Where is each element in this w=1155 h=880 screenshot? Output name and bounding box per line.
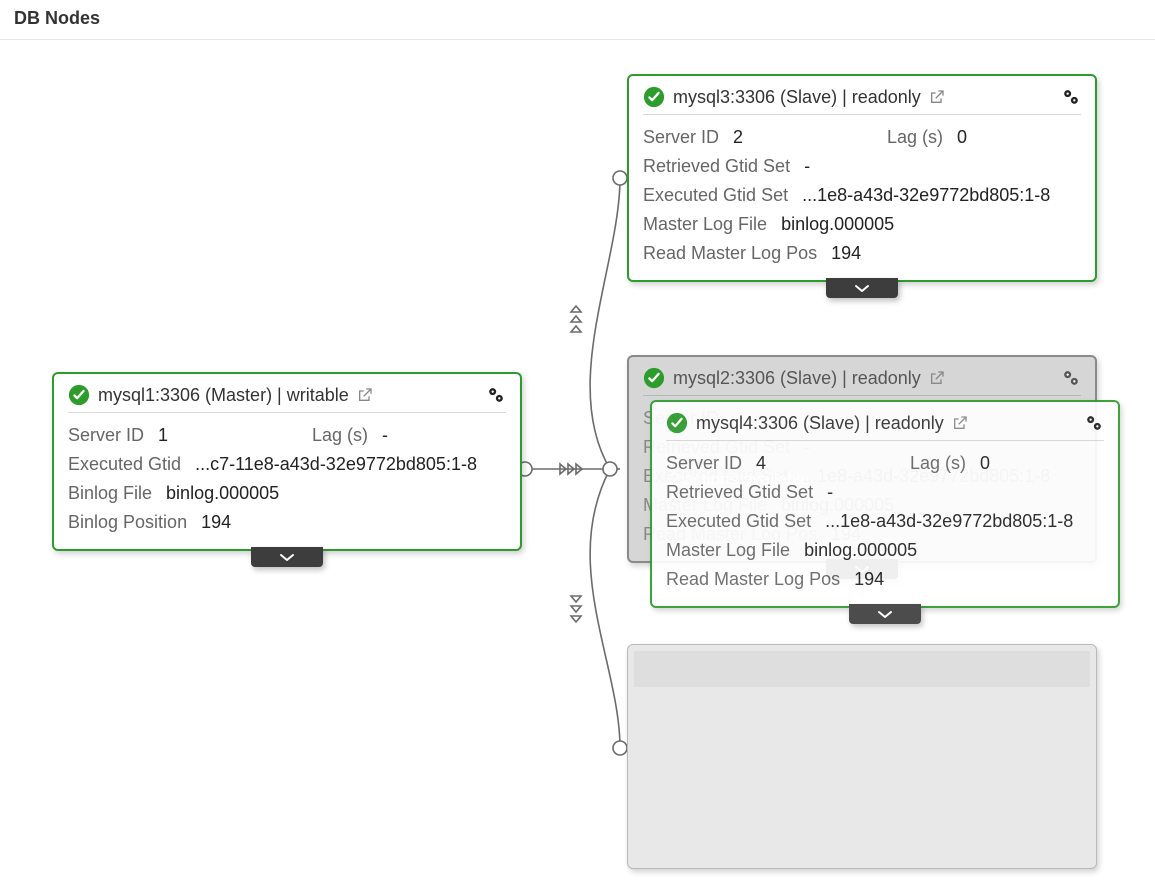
- external-link-icon[interactable]: [929, 370, 945, 386]
- field-value: 0: [957, 127, 977, 148]
- field-label: Master Log File: [666, 540, 790, 561]
- gear-icon[interactable]: [1084, 413, 1104, 433]
- status-ok-icon: [643, 367, 665, 389]
- field-value: 194: [854, 569, 884, 590]
- field-value: -: [827, 482, 833, 503]
- field-value: -: [382, 425, 402, 446]
- field-label: Server ID: [68, 425, 144, 446]
- field-label: Binlog File: [68, 483, 152, 504]
- field-value: binlog.000005: [804, 540, 917, 561]
- field-label: Server ID: [666, 453, 742, 474]
- topology-canvas: mysql1:3306 (Master) | writable Server I…: [0, 44, 1155, 880]
- field-value: binlog.000005: [166, 483, 279, 504]
- field-label: Lag (s): [887, 127, 943, 148]
- panel-title: DB Nodes: [0, 0, 1155, 40]
- field-value: ...1e8-a43d-32e9772bd805:1-8: [802, 185, 1050, 206]
- gear-icon[interactable]: [486, 385, 506, 405]
- node-title: mysql4:3306 (Slave) | readonly: [696, 413, 944, 434]
- field-value: -: [804, 156, 810, 177]
- field-label: Read Master Log Pos: [643, 243, 817, 264]
- field-label: Executed Gtid Set: [643, 185, 788, 206]
- field-value: 194: [831, 243, 861, 264]
- expand-button[interactable]: [849, 604, 921, 624]
- field-label: Binlog Position: [68, 512, 187, 533]
- status-ok-icon: [643, 86, 665, 108]
- node-slave-mysql4[interactable]: mysql4:3306 (Slave) | readonly Server ID…: [650, 400, 1120, 608]
- field-label: Executed Gtid: [68, 454, 181, 475]
- field-value: 2: [733, 127, 743, 148]
- external-link-icon[interactable]: [929, 89, 945, 105]
- field-value: 194: [201, 512, 231, 533]
- field-value: 1: [158, 425, 168, 446]
- field-value: ...1e8-a43d-32e9772bd805:1-8: [825, 511, 1073, 532]
- node-title: mysql3:3306 (Slave) | readonly: [673, 87, 921, 108]
- status-ok-icon: [666, 412, 688, 434]
- gear-icon[interactable]: [1061, 87, 1081, 107]
- field-value: 0: [980, 453, 1000, 474]
- status-ok-icon: [68, 384, 90, 406]
- field-label: Server ID: [643, 127, 719, 148]
- field-label: Retrieved Gtid Set: [666, 482, 813, 503]
- field-label: Retrieved Gtid Set: [643, 156, 790, 177]
- field-label: Executed Gtid Set: [666, 511, 811, 532]
- field-value: 4: [756, 453, 766, 474]
- expand-button[interactable]: [826, 278, 898, 298]
- field-label: Lag (s): [910, 453, 966, 474]
- node-title: mysql2:3306 (Slave) | readonly: [673, 368, 921, 389]
- node-master[interactable]: mysql1:3306 (Master) | writable Server I…: [52, 372, 522, 551]
- field-label: Lag (s): [312, 425, 368, 446]
- field-value: ...c7-11e8-a43d-32e9772bd805:1-8: [195, 454, 477, 475]
- expand-button[interactable]: [251, 547, 323, 567]
- node-slave-mysql3[interactable]: mysql3:3306 (Slave) | readonly Server ID…: [627, 74, 1097, 282]
- field-label: Master Log File: [643, 214, 767, 235]
- node-title: mysql1:3306 (Master) | writable: [98, 385, 349, 406]
- external-link-icon[interactable]: [952, 415, 968, 431]
- field-label: Read Master Log Pos: [666, 569, 840, 590]
- drop-placeholder[interactable]: [627, 644, 1097, 869]
- field-value: binlog.000005: [781, 214, 894, 235]
- gear-icon[interactable]: [1061, 368, 1081, 388]
- external-link-icon[interactable]: [357, 387, 373, 403]
